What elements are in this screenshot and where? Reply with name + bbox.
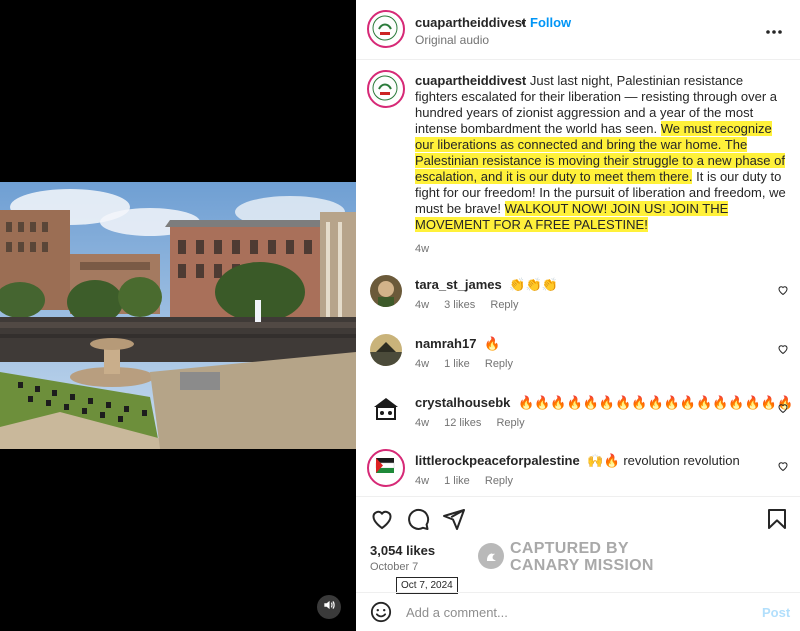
post-comment-button[interactable]: Post	[762, 605, 790, 620]
video-panel	[0, 0, 356, 631]
share-icon[interactable]	[442, 507, 466, 531]
comment-text: namrah17 🔥	[415, 336, 500, 352]
watermark-line-2: CANARY MISSION	[510, 557, 654, 574]
comment-age[interactable]: 4w	[415, 299, 429, 311]
heart-icon[interactable]	[370, 507, 394, 531]
likes-count[interactable]: 3,054 likes	[370, 543, 435, 558]
comment-item: tara_st_james 👏👏👏 4w 3 likes Reply	[356, 275, 800, 331]
volume-button[interactable]	[317, 595, 341, 619]
post-caption: cuapartheiddivest Just last night, Pales…	[415, 73, 787, 257]
comment-item: namrah17 🔥 4w 1 like Reply	[356, 334, 800, 390]
caption-age[interactable]: 4w	[415, 241, 787, 257]
comment-likes[interactable]: 1 like	[444, 475, 470, 487]
commenter-avatar[interactable]	[370, 393, 402, 425]
comment-username[interactable]: namrah17	[415, 336, 476, 351]
emoji-icon[interactable]	[370, 601, 392, 628]
comment-input[interactable]: Add a comment...	[406, 605, 508, 620]
post-details-panel: cuapartheiddivest • Follow Original audi…	[356, 0, 800, 631]
comment-item: crystalhousebk 🔥🔥🔥🔥🔥🔥🔥🔥🔥🔥🔥🔥🔥🔥🔥🔥🔥 4w 12 l…	[356, 393, 800, 449]
watermark-line-1: CAPTURED BY	[510, 540, 629, 557]
comment-likes[interactable]: 1 like	[444, 358, 470, 370]
reply-button[interactable]: Reply	[496, 417, 524, 429]
commenter-avatar[interactable]	[370, 334, 402, 366]
comment-age[interactable]: 4w	[415, 417, 429, 429]
volume-icon	[322, 598, 336, 617]
comment-body: 👏👏👏	[509, 277, 558, 292]
comment-meta: 4w 1 like Reply	[415, 475, 525, 487]
separator-dot: •	[521, 15, 526, 30]
action-bar	[356, 496, 800, 536]
commenter-avatar[interactable]	[367, 449, 405, 487]
comment-username[interactable]: crystalhousebk	[415, 395, 510, 410]
comment-body: 🙌🔥 revolution revolution	[587, 453, 740, 468]
comment-body: 🔥	[484, 336, 501, 351]
author-avatar[interactable]	[367, 10, 405, 48]
audio-label[interactable]: Original audio	[415, 33, 489, 47]
comment-text: tara_st_james 👏👏👏	[415, 277, 558, 293]
comment-username[interactable]: littlerockpeaceforpalestine	[415, 453, 580, 468]
more-horizontal-icon[interactable]	[766, 22, 782, 40]
comment-body: 🔥🔥🔥🔥🔥🔥🔥🔥🔥🔥🔥🔥🔥🔥🔥🔥🔥	[518, 395, 794, 410]
comment-age[interactable]: 4w	[415, 475, 429, 487]
heart-icon[interactable]	[777, 283, 789, 296]
heart-icon[interactable]	[777, 342, 789, 355]
commenter-avatar[interactable]	[370, 275, 402, 307]
caption-avatar[interactable]	[367, 70, 405, 108]
comment-username[interactable]: tara_st_james	[415, 277, 502, 292]
video-player[interactable]	[0, 182, 356, 449]
comment-likes[interactable]: 12 likes	[444, 417, 481, 429]
comment-text: littlerockpeaceforpalestine 🙌🔥 revolutio…	[415, 453, 740, 469]
reply-button[interactable]: Reply	[490, 299, 518, 311]
bookmark-icon[interactable]	[765, 507, 789, 531]
comment-icon[interactable]	[406, 507, 430, 531]
video-frame-image	[0, 182, 356, 449]
comment-age[interactable]: 4w	[415, 358, 429, 370]
canary-mission-watermark: CAPTURED BY CANARY MISSION	[478, 540, 698, 576]
watermark-text: CAPTURED BY CANARY MISSION	[510, 540, 654, 574]
post-date[interactable]: October 7	[370, 561, 418, 573]
comment-meta: 4w 12 likes Reply	[415, 417, 537, 429]
add-comment-bar: Add a comment... Post	[356, 592, 800, 631]
heart-icon[interactable]	[777, 459, 789, 472]
canary-logo-icon	[478, 543, 504, 569]
caption-username[interactable]: cuapartheiddivest	[415, 73, 526, 88]
reply-button[interactable]: Reply	[485, 358, 513, 370]
comment-meta: 4w 3 likes Reply	[415, 299, 531, 311]
post-header: cuapartheiddivest • Follow Original audi…	[356, 0, 800, 60]
comment-text: crystalhousebk 🔥🔥🔥🔥🔥🔥🔥🔥🔥🔥🔥🔥🔥🔥🔥🔥🔥	[415, 395, 793, 411]
follow-button[interactable]: Follow	[530, 15, 571, 30]
author-username[interactable]: cuapartheiddivest	[415, 15, 526, 30]
comment-meta: 4w 1 like Reply	[415, 358, 525, 370]
reply-button[interactable]: Reply	[485, 475, 513, 487]
heart-icon[interactable]	[777, 401, 789, 414]
comment-likes[interactable]: 3 likes	[444, 299, 475, 311]
